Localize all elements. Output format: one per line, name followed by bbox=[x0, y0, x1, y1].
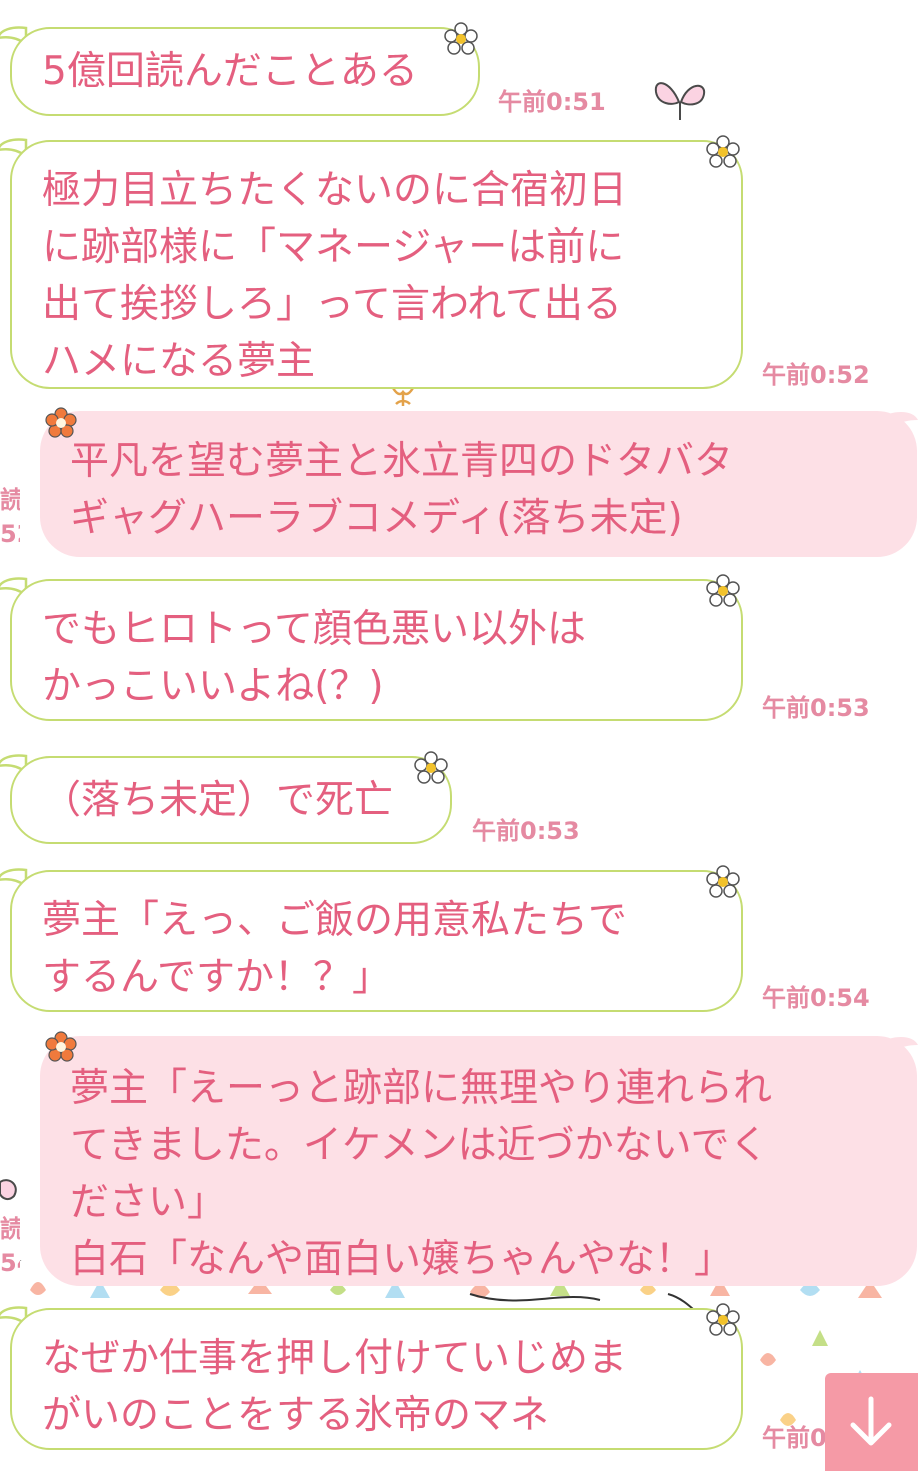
message-bubble: なぜか仕事を押し付けていじめま がいのことをする氷帝のマネ bbox=[10, 1308, 743, 1450]
orange-flower-icon bbox=[45, 1031, 77, 1062]
scroll-down-button[interactable] bbox=[825, 1373, 918, 1471]
daisy-icon bbox=[706, 1303, 740, 1336]
orange-flower-icon bbox=[45, 407, 77, 438]
message-bubble: 極力目立ちたくないのに合宿初日 に跡部様に「マネージャーは前に 出て挨拶しろ」っ… bbox=[10, 140, 743, 389]
butterfly-icon bbox=[0, 1179, 17, 1201]
daisy-icon bbox=[706, 135, 740, 168]
bubble-tail bbox=[888, 1037, 918, 1055]
message-bubble: 夢主「えっ、ご飯の用意私たちで するんですか！？」 bbox=[10, 870, 743, 1012]
message-bubble: でもヒロトって顔色悪い以外は かっこいいよね(？) bbox=[10, 579, 743, 721]
daisy-icon bbox=[706, 865, 740, 898]
message-time: 午前0:53 bbox=[472, 817, 580, 845]
message-bubble: 5億回読んだことある bbox=[10, 27, 480, 116]
daisy-icon bbox=[706, 574, 740, 607]
bubble-tail bbox=[888, 412, 918, 430]
message-time: 午前0:53 bbox=[762, 694, 870, 722]
message-time: 午前0:52 bbox=[762, 361, 870, 389]
message-bubble: 平凡を望む夢主と氷立青四のドタバタ ギャグハーラブコメディ(落ち未定) bbox=[40, 411, 917, 557]
message-time: 午前0:51 bbox=[498, 88, 606, 116]
daisy-icon bbox=[414, 751, 448, 784]
message-bubble: 夢主「えーっと跡部に無理やり連れられ てきました。イケメンは近づかないでく ださ… bbox=[40, 1036, 917, 1286]
read-receipt: 読 54 bbox=[0, 1215, 20, 1277]
daisy-icon bbox=[444, 22, 478, 55]
arrow-down-icon bbox=[850, 1396, 892, 1446]
butterfly-icon bbox=[654, 82, 706, 120]
message-bubble: （落ち未定）で死亡 bbox=[10, 756, 452, 844]
read-receipt: 読 52 bbox=[0, 486, 20, 548]
message-time: 午前0:54 bbox=[762, 984, 870, 1012]
